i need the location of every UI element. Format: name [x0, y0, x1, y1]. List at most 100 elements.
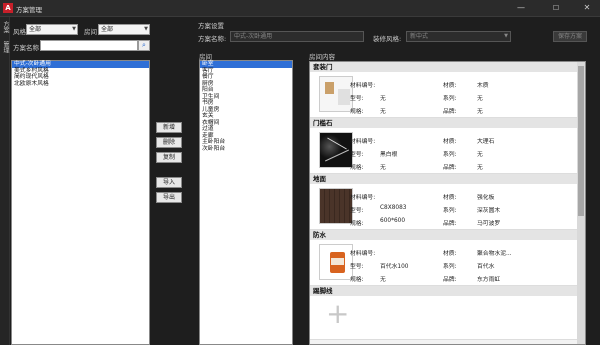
brand-value: 无: [477, 109, 483, 115]
series-value: 深灰圆木: [477, 208, 501, 214]
space-filter-select[interactable]: 全部 ▼: [98, 24, 150, 35]
material-code-label: 材料编号:: [350, 251, 376, 257]
add-material-icon[interactable]: +: [326, 300, 349, 328]
room-list-item[interactable]: 次卧阳台: [200, 146, 292, 153]
chevron-down-icon: ▼: [144, 26, 148, 32]
spec-label: 规格:: [350, 109, 364, 115]
series-label: 系列:: [443, 96, 457, 102]
category-header: 门槛石: [310, 118, 585, 128]
material-thumbnail: [319, 76, 353, 112]
brand-value: 马可波罗: [477, 221, 501, 227]
model-value: 百代水100: [380, 264, 409, 270]
side-tab-manage[interactable]: 管理: [1, 41, 9, 53]
settings-style-select[interactable]: 新中式 ▼: [406, 31, 511, 42]
save-scheme-button[interactable]: 保存方案: [553, 31, 587, 42]
category-header: 地面: [310, 174, 585, 184]
series-value: 无: [477, 152, 483, 158]
brand-label: 品牌:: [443, 221, 457, 227]
model-value: C8X8083: [380, 205, 407, 211]
scheme-settings-header: 方案设置: [198, 22, 224, 30]
spec-label: 规格:: [350, 277, 364, 283]
material-thumbnail: [319, 188, 353, 224]
material-type-label: 材质:: [443, 251, 457, 257]
scrollbar-thumb[interactable]: [578, 66, 584, 216]
space-filter-value: 全部: [101, 26, 114, 33]
material-type-value: 大理石: [477, 139, 495, 145]
chevron-down-icon: ▼: [72, 26, 76, 32]
brand-label: 品牌:: [443, 109, 457, 115]
series-label: 系列:: [443, 208, 457, 214]
brand-label: 品牌:: [443, 277, 457, 283]
model-label: 型号:: [350, 264, 364, 270]
material-thumbnail: [319, 244, 353, 280]
material-item[interactable]: 材料编号: 材质: 聚合物水泥... 型号: 百代水100 系列: 百代水规格: 无 品牌: 东方…: [310, 240, 585, 286]
material-item[interactable]: 材料编号: 材质: 木质 型号: 无系列: 无规格: 无品牌: 无: [310, 72, 585, 118]
material-type-value: 木质: [477, 83, 489, 89]
brand-label: 品牌:: [443, 165, 457, 171]
window-title: 方案管理: [16, 6, 42, 14]
scheme-list: 中式-次卧通用 美式乡村风格 简约现代风格 北欧原木风格: [11, 60, 150, 345]
model-label: 型号:: [350, 96, 364, 102]
series-value: 百代水: [477, 264, 495, 270]
style-filter-select[interactable]: 全部 ▼: [26, 24, 78, 35]
content-scrollbar[interactable]: [577, 62, 585, 344]
material-type-label: 材质:: [443, 139, 457, 145]
delete-button[interactable]: 删除: [156, 137, 182, 148]
model-value: 无: [380, 96, 386, 102]
brand-value: 无: [477, 165, 483, 171]
side-tab-strip: 方案 管理: [0, 17, 10, 345]
category-header: 踢脚线: [310, 286, 585, 296]
spec-value: 无: [380, 109, 386, 115]
room-contents-panel: 套装门 材料编号: 材质: 木质 型号: 无系列: 无规格: 无品牌: 无门槛石 材料编号: 材质:…: [309, 61, 586, 345]
app-logo-icon: A: [3, 3, 13, 13]
settings-name-label: 方案名称:: [198, 35, 227, 43]
model-label: 型号:: [350, 208, 364, 214]
material-type-label: 材质:: [443, 195, 457, 201]
series-label: 系列:: [443, 264, 457, 270]
style-filter-label: 风格: [13, 28, 26, 36]
spec-value: 无: [380, 277, 386, 283]
side-tab-scheme[interactable]: 方案: [1, 21, 9, 33]
style-filter-value: 全部: [29, 26, 42, 33]
material-thumbnail: [319, 132, 353, 168]
series-label: 系列:: [443, 152, 457, 158]
minimize-button[interactable]: —: [514, 2, 528, 14]
new-button[interactable]: 新增: [156, 122, 182, 133]
material-type-value: 强化板: [477, 195, 495, 201]
model-value: 黑白根: [380, 152, 398, 158]
material-type-label: 材质:: [443, 83, 457, 89]
material-code-label: 材料编号:: [350, 83, 376, 89]
room-contents-header: 房间内容: [309, 53, 335, 61]
brand-value: 东方雨虹: [477, 277, 501, 283]
chevron-down-icon: ▼: [504, 33, 508, 39]
export-button[interactable]: 导出: [156, 192, 182, 203]
category-header: 防水: [310, 230, 585, 240]
import-button[interactable]: 导入: [156, 177, 182, 188]
copy-button[interactable]: 复制: [156, 152, 182, 163]
model-label: 型号:: [350, 152, 364, 158]
spec-label: 规格:: [350, 165, 364, 171]
spec-label: 规格:: [350, 221, 364, 227]
material-code-label: 材料编号:: [350, 195, 376, 201]
close-button[interactable]: ✕: [580, 2, 594, 14]
spec-value: 无: [380, 165, 386, 171]
series-value: 无: [477, 96, 483, 102]
material-item[interactable]: +: [310, 296, 585, 340]
material-code-label: 材料编号:: [350, 139, 376, 145]
scheme-name-label: 方案名称: [13, 44, 39, 52]
settings-style-value: 新中式: [410, 33, 429, 40]
category-header: 套装门: [310, 62, 585, 72]
search-icon[interactable]: ⌕: [138, 40, 150, 51]
settings-name-input[interactable]: 中式-次卧通用: [230, 31, 364, 42]
scheme-list-item[interactable]: 北欧原木风格: [12, 81, 149, 88]
maximize-button[interactable]: ☐: [549, 2, 563, 14]
material-type-value: 聚合物水泥...: [477, 251, 512, 257]
room-list: 卧室 客厅 餐厅 厨房 阳台 卫生间 书房 儿童房 玄关 衣帽间 过道 走廊 主卧阳台 次卧阳台: [199, 60, 293, 345]
category-list: 套装门 材料编号: 材质: 木质 型号: 无系列: 无规格: 无品牌: 无门槛石 材料编号: 材质:…: [310, 62, 585, 340]
spec-value: 600*600: [380, 218, 406, 224]
scheme-search-input[interactable]: [40, 40, 138, 51]
settings-style-label: 装修风格:: [373, 35, 402, 43]
title-bar: A 方案管理 — ☐ ✕: [0, 0, 600, 17]
material-item[interactable]: 材料编号: 材质: 大理石 型号: 黑白根 系列: 无规格: 无品牌: 无: [310, 128, 585, 174]
material-item[interactable]: 材料编号: 材质: 强化板型号: C8X8083 系列: 深灰圆木规格: 600*600 品牌…: [310, 184, 585, 230]
